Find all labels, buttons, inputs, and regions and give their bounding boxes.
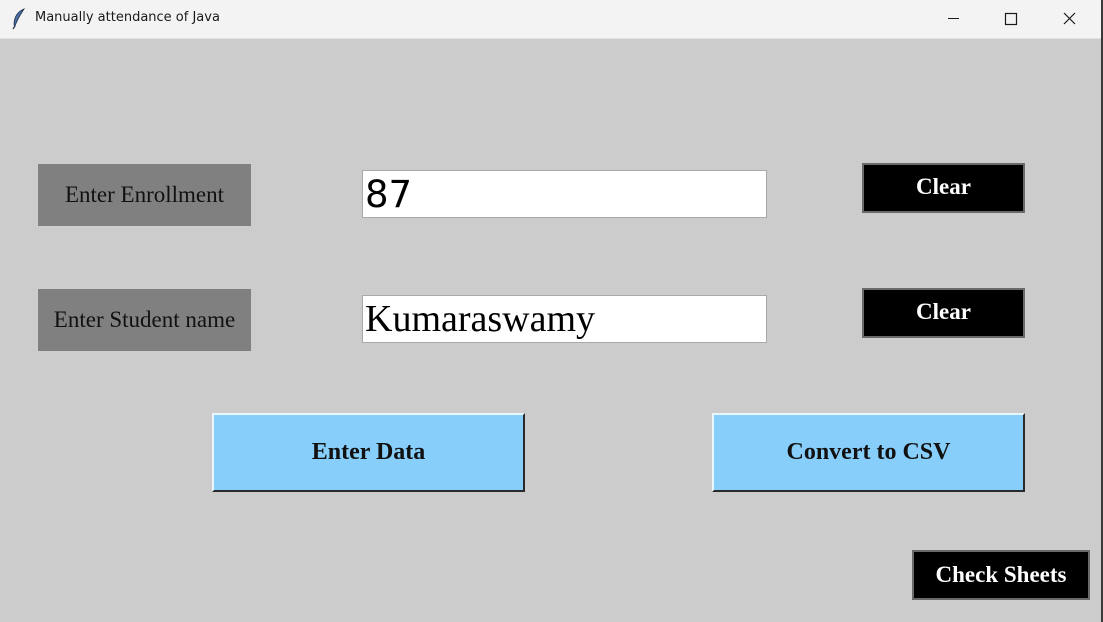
maximize-button[interactable] (982, 0, 1040, 38)
check-sheets-button[interactable]: Check Sheets (912, 550, 1090, 600)
student-name-label: Enter Student name (38, 289, 251, 351)
close-button[interactable] (1040, 0, 1098, 38)
maximize-icon (1004, 12, 1018, 26)
title-bar[interactable]: Manually attendance of Java (0, 0, 1101, 39)
convert-to-csv-button[interactable]: Convert to CSV (712, 413, 1025, 492)
window-title: Manually attendance of Java (35, 10, 220, 25)
student-name-input[interactable] (362, 295, 767, 343)
enrollment-input[interactable] (362, 170, 767, 218)
enrollment-label: Enter Enrollment (38, 164, 251, 226)
minimize-button[interactable] (924, 0, 982, 38)
app-window: Manually attendance of Java Enter Enroll… (0, 0, 1103, 622)
minimize-icon (948, 18, 959, 19)
clear-name-button[interactable]: Clear (862, 288, 1025, 338)
close-icon (1063, 12, 1076, 25)
enter-data-button[interactable]: Enter Data (212, 413, 525, 492)
feather-icon (12, 8, 26, 30)
clear-enrollment-button[interactable]: Clear (862, 163, 1025, 213)
